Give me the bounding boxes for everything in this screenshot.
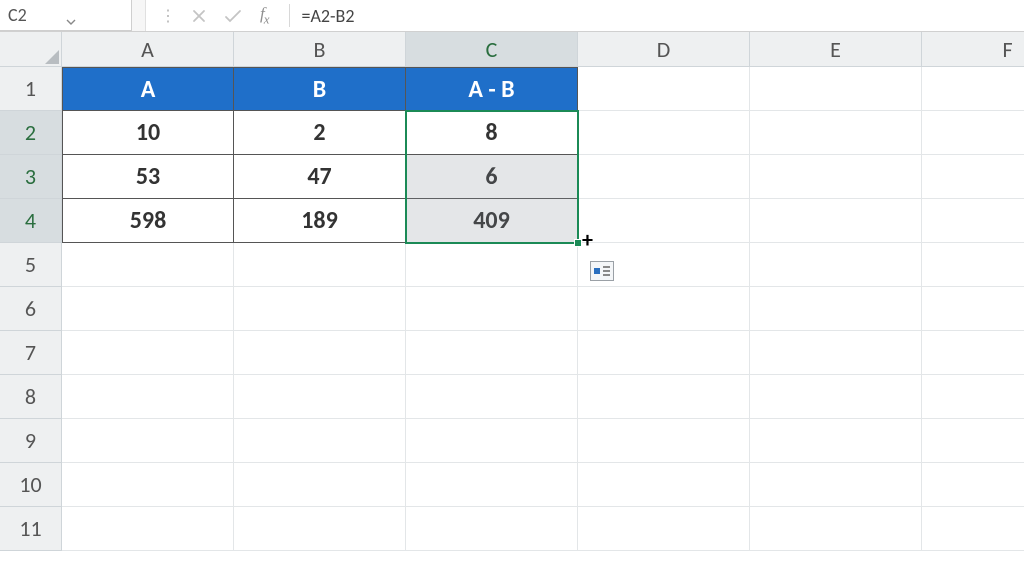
row-header-11[interactable]: 11: [0, 507, 62, 551]
cell-D4[interactable]: [578, 199, 750, 243]
cell-C8[interactable]: [406, 375, 578, 419]
cell-F3[interactable]: [922, 155, 1024, 199]
cell-C9[interactable]: [406, 419, 578, 463]
cell-F11[interactable]: [922, 507, 1024, 551]
cell-A4[interactable]: 598: [62, 199, 234, 243]
cell-D8[interactable]: [578, 375, 750, 419]
cell-C3[interactable]: 6: [406, 155, 578, 199]
cell-A1[interactable]: A: [62, 67, 234, 111]
row-header-4[interactable]: 4: [0, 199, 62, 243]
row-header-3[interactable]: 3: [0, 155, 62, 199]
worksheet-grid[interactable]: ABCDEF 1234567891011 ABA - B102853476598…: [0, 32, 1024, 576]
cell-E11[interactable]: [750, 507, 922, 551]
cell-D5[interactable]: [578, 243, 750, 287]
cell-C11[interactable]: [406, 507, 578, 551]
row-header-7[interactable]: 7: [0, 331, 62, 375]
cell-B4[interactable]: 189: [234, 199, 406, 243]
cell-F9[interactable]: [922, 419, 1024, 463]
column-header-C[interactable]: C: [406, 32, 578, 67]
cell-E10[interactable]: [750, 463, 922, 507]
column-header-B[interactable]: B: [234, 32, 406, 67]
cell-B9[interactable]: [234, 419, 406, 463]
row-header-6[interactable]: 6: [0, 287, 62, 331]
row-header-1[interactable]: 1: [0, 67, 62, 111]
cell-A5[interactable]: [62, 243, 234, 287]
cancel-icon[interactable]: [192, 9, 206, 23]
cell-E4[interactable]: [750, 199, 922, 243]
cell-F10[interactable]: [922, 463, 1024, 507]
cell-D11[interactable]: [578, 507, 750, 551]
cell-F4[interactable]: [922, 199, 1024, 243]
column-header-F[interactable]: F: [922, 32, 1024, 67]
cell-B6[interactable]: [234, 287, 406, 331]
column-header-E[interactable]: E: [750, 32, 922, 67]
cell-A10[interactable]: [62, 463, 234, 507]
cell-B5[interactable]: [234, 243, 406, 287]
formula-bar: C2 ⋮ fx =A2-B2: [0, 0, 1024, 32]
formula-bar-tools: ⋮ fx: [146, 0, 289, 31]
select-all-triangle[interactable]: [0, 32, 62, 67]
cell-A6[interactable]: [62, 287, 234, 331]
row-header-8[interactable]: 8: [0, 375, 62, 419]
cell-F5[interactable]: [922, 243, 1024, 287]
row-header-5[interactable]: 5: [0, 243, 62, 287]
formula-bar-separator: [132, 0, 146, 31]
cell-C2[interactable]: 8: [406, 111, 578, 155]
cell-E2[interactable]: [750, 111, 922, 155]
cell-E7[interactable]: [750, 331, 922, 375]
more-icon[interactable]: ⋮: [160, 6, 174, 26]
column-header-A[interactable]: A: [62, 32, 234, 67]
cell-B10[interactable]: [234, 463, 406, 507]
cell-D10[interactable]: [578, 463, 750, 507]
cell-B1[interactable]: B: [234, 67, 406, 111]
cell-D9[interactable]: [578, 419, 750, 463]
row-header-10[interactable]: 10: [0, 463, 62, 507]
cell-A9[interactable]: [62, 419, 234, 463]
cell-A2[interactable]: 10: [62, 111, 234, 155]
cell-A11[interactable]: [62, 507, 234, 551]
formula-input[interactable]: =A2-B2: [290, 0, 1024, 31]
cell-D6[interactable]: [578, 287, 750, 331]
cell-A3[interactable]: 53: [62, 155, 234, 199]
cell-B2[interactable]: 2: [234, 111, 406, 155]
row-headers: 1234567891011: [0, 67, 62, 551]
cell-E1[interactable]: [750, 67, 922, 111]
cell-F1[interactable]: [922, 67, 1024, 111]
cell-F6[interactable]: [922, 287, 1024, 331]
name-box[interactable]: C2: [0, 0, 132, 31]
cell-F7[interactable]: [922, 331, 1024, 375]
fx-icon[interactable]: fx: [260, 4, 269, 27]
cell-C6[interactable]: [406, 287, 578, 331]
cell-C7[interactable]: [406, 331, 578, 375]
cell-C5[interactable]: [406, 243, 578, 287]
cell-A7[interactable]: [62, 331, 234, 375]
cell-E6[interactable]: [750, 287, 922, 331]
cell-F8[interactable]: [922, 375, 1024, 419]
cell-E9[interactable]: [750, 419, 922, 463]
cell-E3[interactable]: [750, 155, 922, 199]
row-header-2[interactable]: 2: [0, 111, 62, 155]
formula-text: =A2-B2: [302, 5, 355, 27]
chevron-down-icon[interactable]: [66, 10, 124, 20]
cell-A8[interactable]: [62, 375, 234, 419]
cell-D1[interactable]: [578, 67, 750, 111]
cell-E5[interactable]: [750, 243, 922, 287]
cell-B8[interactable]: [234, 375, 406, 419]
enter-icon[interactable]: [224, 9, 242, 23]
cell-B11[interactable]: [234, 507, 406, 551]
cell-C10[interactable]: [406, 463, 578, 507]
cell-D7[interactable]: [578, 331, 750, 375]
cell-C1[interactable]: A - B: [406, 67, 578, 111]
column-headers: ABCDEF: [62, 32, 1024, 67]
cell-B7[interactable]: [234, 331, 406, 375]
row-header-9[interactable]: 9: [0, 419, 62, 463]
cell-D2[interactable]: [578, 111, 750, 155]
name-box-value: C2: [8, 4, 66, 26]
cell-D3[interactable]: [578, 155, 750, 199]
cell-E8[interactable]: [750, 375, 922, 419]
cell-C4[interactable]: 409: [406, 199, 578, 243]
cell-F2[interactable]: [922, 111, 1024, 155]
cell-B3[interactable]: 47: [234, 155, 406, 199]
column-header-D[interactable]: D: [578, 32, 750, 67]
